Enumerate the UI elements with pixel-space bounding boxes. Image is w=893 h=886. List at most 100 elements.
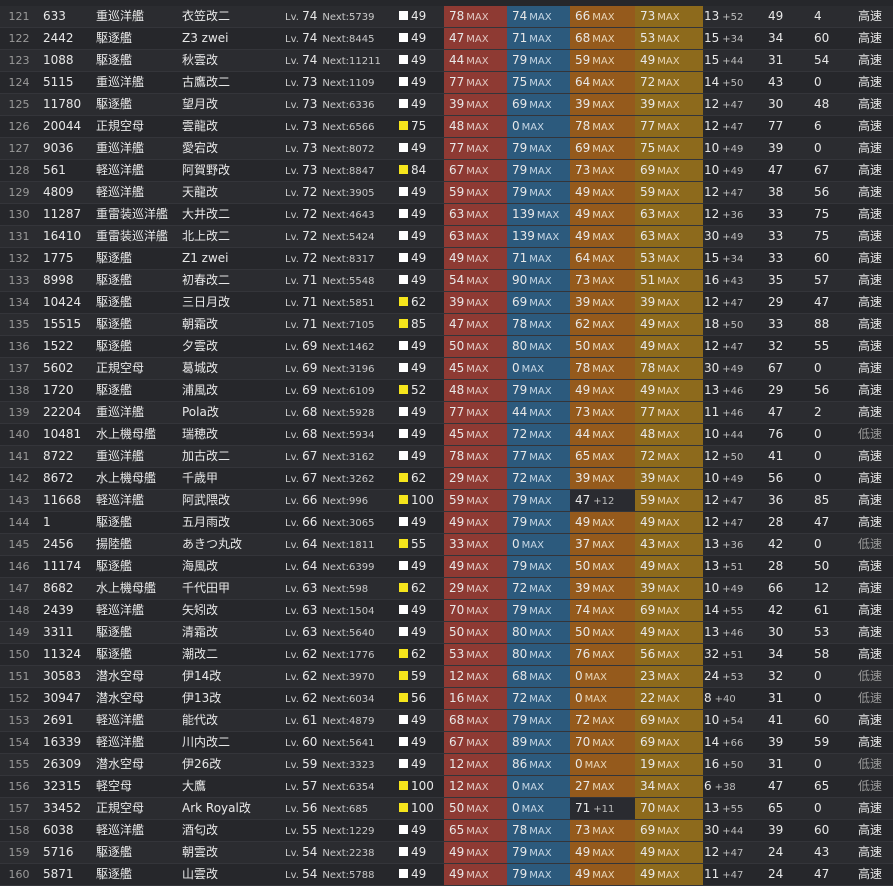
table-row[interactable]: 128 561 軽巡洋艦 阿賀野改 Lv. 73 Next:8847 84 67 MAX 79 MA… [0,160,893,182]
condition: 49 [394,336,449,358]
table-row[interactable]: 127 9036 重巡洋艦 愛宕改 Lv. 73 Next:8072 49 77 MAX 79 MA… [0,138,893,160]
table-row[interactable]: 135 15515 駆逐艦 朝霜改 Lv. 71 Next:7105 85 47 MAX 78 MA… [0,314,893,336]
table-row[interactable]: 154 16339 軽巡洋艦 川内改二 Lv. 60 Next:5641 49 67 MAX 89… [0,732,893,754]
ship-name: 夕雲改 [180,336,280,358]
ship-level: Lv. 57 Next:6354 [278,776,401,798]
table-row[interactable]: 132 1775 駆逐艦 Z1 zwei Lv. 72 Next:8317 49 49 MAX 7… [0,248,893,270]
max-tag: MAX [657,34,680,45]
table-row[interactable]: 156 32315 軽空母 大鷹 Lv. 57 Next:6354 100 12 MAX 0 MAX… [0,776,893,798]
table-row[interactable]: 129 4809 軽巡洋艦 天龍改 Lv. 72 Next:3905 49 59 MAX 79 MA… [0,182,893,204]
speed: 低速 [854,424,893,446]
antiair: 64 MAX [570,248,639,270]
table-row[interactable]: 124 5115 重巡洋艦 古鷹改二 Lv. 73 Next:1109 49 77 MAX 75 M… [0,72,893,94]
torpedo: 72 MAX [507,688,574,710]
table-row[interactable]: 123 1088 駆逐艦 秋雲改 Lv. 74 Next:11211 49 44 MAX 79 MA… [0,50,893,72]
table-row[interactable]: 134 10424 駆逐艦 三日月改 Lv. 71 Next:5851 62 39 MAX 69 M… [0,292,893,314]
condition-square-icon [399,231,408,240]
table-row[interactable]: 150 11324 駆逐艦 潮改二 Lv. 62 Next:1776 62 53 MAX 80 MA… [0,644,893,666]
table-row[interactable]: 148 2439 軽巡洋艦 矢矧改 Lv. 63 Next:1504 49 70 MAX 79 MA… [0,600,893,622]
line-of-sight: 6 [808,116,860,138]
table-row[interactable]: 131 16410 重雷装巡洋艦 北上改二 Lv. 72 Next:5424 49 63 MAX… [0,226,893,248]
ship-name: Ark Royal改 [180,798,280,820]
luck-value: 15 [704,251,720,265]
condition-value: 62 [411,295,427,309]
level-value: 69 [302,339,318,353]
table-row[interactable]: 151 30583 潜水空母 伊14改 Lv. 62 Next:3970 59 12 MAX 68… [0,666,893,688]
table-row[interactable]: 139 22204 重巡洋艦 Pola改 Lv. 68 Next:5928 49 77 MAX 4… [0,402,893,424]
antiair: 68 MAX [570,28,639,50]
condition-value: 62 [411,471,427,485]
antiair-value: 39 [575,471,591,485]
table-row[interactable]: 152 30947 潜水空母 伊13改 Lv. 62 Next:6034 56 16 MAX 72… [0,688,893,710]
table-row[interactable]: 122 2442 駆逐艦 Z3 zwei Lv. 74 Next:8445 49 47 MAX 7… [0,28,893,50]
anti-sub: 39 [762,138,814,160]
firepower-value: 29 [449,581,465,595]
luck: 16 +43 [698,270,768,292]
luck-value: 18 [704,317,720,331]
ship-level: Lv. 69 Next:3196 [278,358,401,380]
table-row[interactable]: 140 10481 水上機母艦 瑞穂改 Lv. 68 Next:5934 49 45 MAX 72… [0,424,893,446]
table-row[interactable]: 159 5716 駆逐艦 朝雲改 Lv. 54 Next:2238 49 49 MAX 79 MAX… [0,842,893,864]
luck: 18 +50 [698,314,768,336]
table-row[interactable]: 136 1522 駆逐艦 夕雲改 Lv. 69 Next:1462 49 50 MAX 80 MAX… [0,336,893,358]
level-value: 64 [302,537,318,551]
table-row[interactable]: 130 11287 重雷装巡洋艦 大井改二 Lv. 72 Next:4643 49 63 MAX… [0,204,893,226]
table-row[interactable]: 160 5871 駆逐艦 山雲改 Lv. 54 Next:5788 49 49 MAX 79 MAX… [0,864,893,886]
level-label: Lv. [285,584,303,595]
table-row[interactable]: 158 6038 軽巡洋艦 酒匂改 Lv. 55 Next:1229 49 65 MAX 78 MA… [0,820,893,842]
table-row[interactable]: 142 8672 水上機母艦 千歳甲 Lv. 67 Next:3262 62 29 MAX 72 M… [0,468,893,490]
firepower: 50 MAX [444,622,511,644]
table-row[interactable]: 147 8682 水上機母艦 千代田甲 Lv. 63 Next:598 62 29 MAX 72 M… [0,578,893,600]
antiair: 62 MAX [570,314,639,336]
line-of-sight: 61 [808,600,860,622]
armor-value: 69 [640,823,656,837]
ship-name: 雲龍改 [180,116,280,138]
table-row[interactable]: 143 11668 軽巡洋艦 阿武隈改 Lv. 66 Next:996 100 59 MAX 79… [0,490,893,512]
max-tag: MAX [657,78,680,89]
condition-square-icon [399,451,408,460]
anti-sub: 65 [762,798,814,820]
table-row[interactable]: 145 2456 揚陸艦 あきつ丸改 Lv. 64 Next:1811 55 33 MAX 0 MA… [0,534,893,556]
table-row[interactable]: 153 2691 軽巡洋艦 能代改 Lv. 61 Next:4879 49 68 MAX 79 MA… [0,710,893,732]
luck-remaining: +47 [722,848,744,859]
firepower-value: 63 [449,229,465,243]
armor-value: 49 [640,867,656,881]
table-row[interactable]: 133 8998 駆逐艦 初春改二 Lv. 71 Next:5548 49 54 MAX 90 MA… [0,270,893,292]
table-row[interactable]: 149 3311 駆逐艦 清霜改 Lv. 63 Next:5640 49 50 MAX 80 MAX… [0,622,893,644]
luck-remaining: +36 [722,540,744,551]
firepower: 49 MAX [444,842,511,864]
torpedo: 79 MAX [507,50,574,72]
table-row[interactable]: 141 8722 重巡洋艦 加古改二 Lv. 67 Next:3162 49 78 MAX 77 M… [0,446,893,468]
ship-id: 11174 [38,556,99,578]
table-row[interactable]: 125 11780 駆逐艦 望月改 Lv. 73 Next:6336 49 39 MAX 69 MA… [0,94,893,116]
luck-remaining: +47 [722,298,744,309]
speed: 高速 [854,72,893,94]
table-row[interactable]: 137 5602 正規空母 葛城改 Lv. 69 Next:3196 49 45 MAX 0 MAX… [0,358,893,380]
table-row[interactable]: 138 1720 駆逐艦 浦風改 Lv. 69 Next:6109 52 48 MAX 79 MAX… [0,380,893,402]
level-label: Lv. [285,562,303,573]
antiair-value: 49 [575,207,591,221]
table-row[interactable]: 126 20044 正規空母 雲龍改 Lv. 73 Next:6566 75 48 MAX 0 MA… [0,116,893,138]
anti-sub: 39 [762,820,814,842]
next-exp-value: 5424 [349,232,375,243]
firepower: 45 MAX [444,424,511,446]
torpedo: 80 MAX [507,622,574,644]
level-label: Lv. [285,870,303,881]
torpedo: 78 MAX [507,314,574,336]
anti-sub: 33 [762,226,814,248]
table-row[interactable]: 144 1 駆逐艦 五月雨改 Lv. 66 Next:3065 49 49 MAX 79 MAX 49… [0,512,893,534]
table-row[interactable]: 146 11174 駆逐艦 海風改 Lv. 64 Next:6399 49 49 MAX 79 MA… [0,556,893,578]
level-label: Lv. [285,342,303,353]
table-row[interactable]: 121 633 重巡洋艦 衣笠改二 Lv. 74 Next:5739 49 78 MAX 74 MA… [0,6,893,28]
ship-level: Lv. 71 Next:7105 [278,314,401,336]
condition: 49 [394,754,449,776]
max-tag: MAX [536,232,560,243]
max-tag: MAX [466,782,489,793]
anti-sub: 31 [762,688,814,710]
table-row[interactable]: 155 26309 潜水空母 伊26改 Lv. 59 Next:3323 49 12 MAX 86… [0,754,893,776]
luck-remaining: +44 [722,56,744,67]
ship-id: 561 [38,160,99,182]
next-label: Next: [322,210,350,221]
torpedo-value: 79 [512,141,528,155]
table-row[interactable]: 157 33452 正規空母 Ark Royal改 Lv. 56 Next:685 100 5… [0,798,893,820]
